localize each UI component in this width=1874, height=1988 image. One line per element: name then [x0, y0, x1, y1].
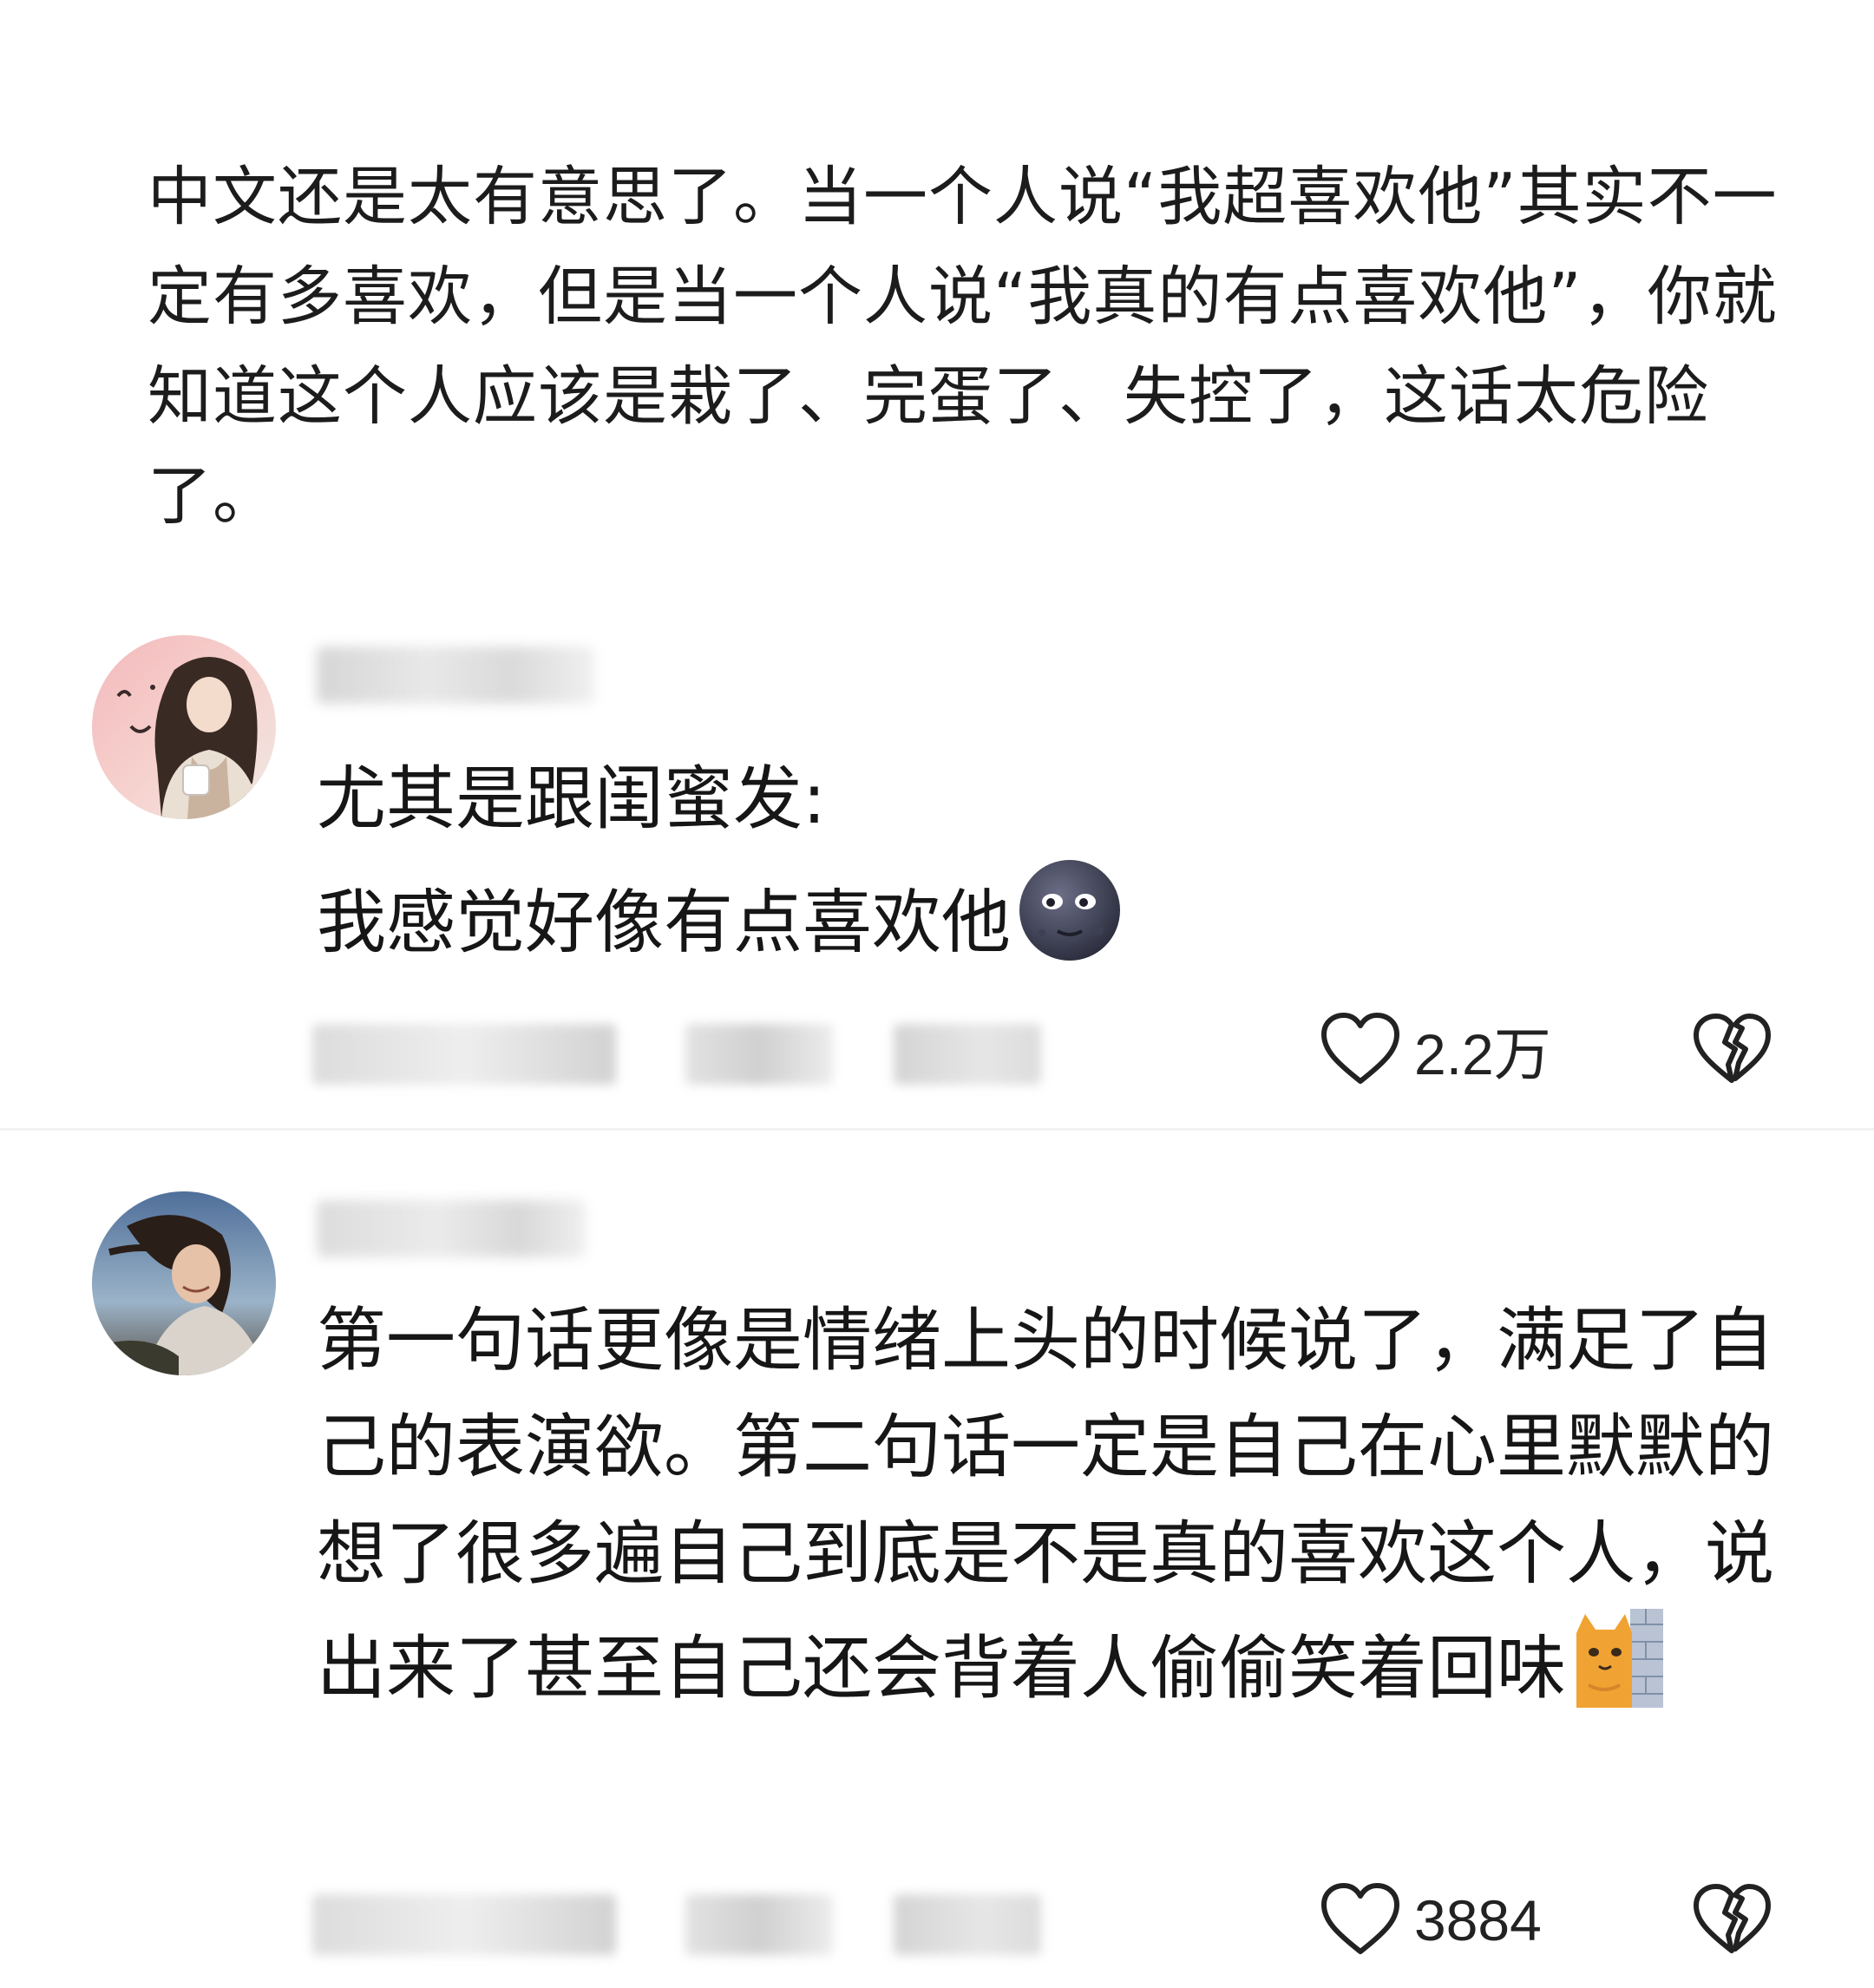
broken-heart-icon	[1692, 1011, 1772, 1089]
like-count: 3884	[1414, 1888, 1542, 1952]
username-blurred[interactable]	[317, 646, 594, 704]
comment-line-1: 尤其是跟闺蜜发:	[317, 758, 826, 839]
comment-meta-row: 3884	[0, 1868, 1874, 1955]
avatar-image	[92, 1191, 276, 1375]
reply-button-blurred[interactable]	[894, 1894, 1041, 1955]
comment-item: 尤其是跟闺蜜发: 我感觉好像有点喜欢他 2.2万	[0, 625, 1874, 1124]
comment-time-blurred	[312, 1894, 616, 1955]
comment-text: 尤其是跟闺蜜发: 我感觉好像有点喜欢他	[317, 742, 1774, 998]
comment-text: 第一句话更像是情绪上头的时候说了，满足了自己的表演欲。第二句话一定是自己在心里默…	[317, 1287, 1774, 1739]
post: 中文还是太有意思了。当一个人说“我超喜欢他”其实不一定有多喜欢，但是当一个人说“…	[147, 148, 1779, 547]
reply-button-blurred[interactable]	[894, 1024, 1041, 1085]
comment-item: 第一句话更像是情绪上头的时候说了，满足了自己的表演欲。第二句话一定是自己在心里默…	[0, 1128, 1874, 1988]
post-text: 中文还是太有意思了。当一个人说“我超喜欢他”其实不一定有多喜欢，但是当一个人说“…	[147, 160, 1778, 534]
comment-meta-row: 2.2万	[0, 998, 1874, 1086]
comment-text-content: 第一句话更像是情绪上头的时候说了，满足了自己的表演欲。第二句话一定是自己在心里默…	[317, 1300, 1774, 1709]
comment-location-blurred	[685, 1894, 833, 1955]
new-moon-face-emoji	[1016, 856, 1124, 998]
broken-heart-icon	[1692, 1881, 1772, 1959]
avatar[interactable]	[92, 635, 276, 819]
like-count: 2.2万	[1414, 1022, 1551, 1086]
cat-behind-wall-emoji	[1571, 1607, 1667, 1739]
dislike-button[interactable]	[1692, 1877, 1772, 1964]
like-button[interactable]: 2.2万	[1319, 1007, 1551, 1093]
comment-time-blurred	[312, 1024, 616, 1085]
like-button[interactable]: 3884	[1319, 1877, 1542, 1964]
heart-outline-icon	[1319, 1010, 1402, 1090]
avatar-image	[92, 635, 276, 819]
dislike-button[interactable]	[1692, 1007, 1772, 1093]
heart-outline-icon	[1319, 1880, 1402, 1960]
avatar[interactable]	[92, 1191, 276, 1375]
comment-location-blurred	[685, 1024, 833, 1085]
username-blurred[interactable]	[317, 1200, 586, 1257]
comment-line-2: 我感觉好像有点喜欢他	[317, 882, 1011, 963]
